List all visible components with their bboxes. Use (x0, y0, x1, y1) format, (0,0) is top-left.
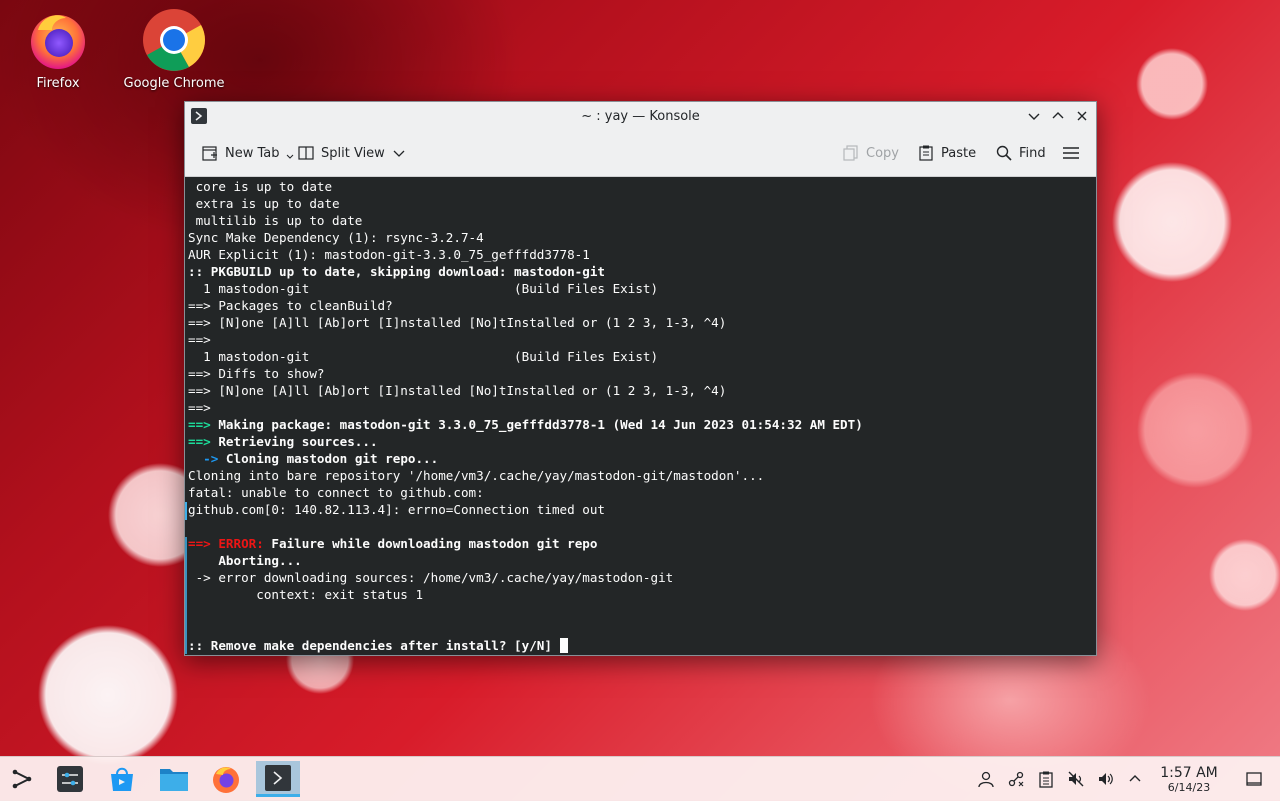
terminal-line: ==> ERROR: Failure while downloading mas… (188, 535, 1094, 552)
paste-icon (919, 145, 933, 161)
terminal-line: 1 mastodon-git (Build Files Exist) (188, 281, 659, 296)
volume-muted-icon[interactable] (1066, 769, 1086, 789)
paste-button[interactable]: Paste (917, 142, 976, 164)
desktop-icon-label: Firefox (36, 76, 80, 91)
terminal-icon (265, 764, 291, 791)
chrome-icon (143, 9, 205, 71)
split-view-label: Split View (321, 145, 385, 161)
close-icon[interactable] (1074, 108, 1090, 124)
file-manager-button[interactable] (152, 761, 196, 797)
text-cursor (559, 638, 568, 653)
firefox-taskbar-button[interactable] (204, 761, 248, 797)
window-title: ~ : yay — Konsole (581, 108, 700, 124)
arrow-prefix: -> (188, 451, 219, 466)
chevron-down-icon (393, 150, 405, 157)
application-launcher-button[interactable] (0, 761, 44, 797)
error-prefix: ==> ERROR: (188, 536, 264, 551)
arrow-prefix: ==> (188, 417, 211, 432)
terminal-line: AUR Explicit (1): mastodon-git-3.3.0_75_… (188, 247, 590, 262)
launcher-icon (12, 769, 32, 789)
menu-button[interactable] (1062, 142, 1080, 164)
folder-icon (160, 769, 188, 791)
hamburger-menu-icon (1063, 147, 1079, 159)
terminal-prompt-line: :: Remove make dependencies after instal… (188, 637, 1094, 654)
copy-button[interactable]: Copy (842, 142, 899, 164)
terminal-line: core is up to date (188, 179, 333, 194)
terminal-prompt: :: Remove make dependencies after instal… (188, 638, 560, 653)
settings-icon (57, 766, 83, 792)
title-bar[interactable]: ~ : yay — Konsole (185, 102, 1096, 130)
split-view-button[interactable]: Split View (297, 142, 407, 164)
terminal-line: ==> Retrieving sources... (188, 433, 1094, 450)
desktop-icon-chrome[interactable]: Google Chrome (119, 8, 229, 91)
split-view-icon (298, 146, 314, 160)
terminal-line: Cloning into bare repository '/home/vm3/… (188, 468, 765, 483)
terminal-line: Aborting... (188, 553, 302, 568)
volume-icon[interactable] (1096, 769, 1116, 789)
terminal-line: ==> Diffs to show? (188, 366, 325, 381)
error-message: Failure while downloading mastodon git r… (263, 536, 598, 551)
desktop-icon-label: Google Chrome (123, 76, 225, 91)
terminal-line: extra is up to date (188, 196, 340, 211)
new-tab-label: New Tab (225, 145, 280, 161)
terminal-line: ==> [N]one [A]ll [Ab]ort [I]nstalled [No… (188, 383, 727, 398)
arrow-prefix: ==> (188, 434, 211, 449)
show-desktop-icon[interactable] (1244, 769, 1264, 789)
user-switcher-icon[interactable] (976, 769, 996, 789)
find-label: Find (1019, 145, 1046, 161)
terminal-line: :: PKGBUILD up to date, skipping downloa… (188, 264, 606, 279)
terminal-line: ==> (188, 400, 211, 415)
konsole-taskbar-button[interactable] (256, 761, 300, 797)
chevron-down-icon (286, 154, 293, 159)
konsole-window: ~ : yay — Konsole New Tab Split View Cop… (184, 101, 1097, 656)
chevron-up-icon[interactable] (1125, 769, 1145, 789)
discover-button[interactable] (100, 761, 144, 797)
taskbar: 1:57 AM 6/14/23 (0, 756, 1280, 801)
clock-time: 1:57 AM (1160, 765, 1218, 781)
terminal-line: github.com[0: 140.82.113.4]: errno=Conne… (188, 502, 606, 517)
clock-date: 6/14/23 (1167, 781, 1211, 794)
konsole-app-icon[interactable] (191, 108, 207, 124)
line-text: Making package: mastodon-git 3.3.0_75_ge… (210, 417, 863, 432)
firefox-icon (213, 767, 239, 793)
scroll-marker (185, 502, 187, 520)
firefox-icon (31, 15, 85, 69)
terminal-output[interactable]: core is up to date extra is up to date m… (185, 177, 1094, 654)
terminal-line: Sync Make Dependency (1): rsync-3.2.7-4 (188, 230, 484, 245)
network-icon[interactable] (1006, 769, 1026, 789)
terminal-line: context: exit status 1 (188, 587, 424, 602)
toolbar: New Tab Split View Copy Paste Find (185, 130, 1096, 177)
desktop-icon-firefox[interactable]: Firefox (3, 8, 113, 91)
system-settings-button[interactable] (48, 761, 92, 797)
clipboard-icon[interactable] (1036, 769, 1056, 789)
line-text: Cloning mastodon git repo... (218, 451, 439, 466)
paste-label: Paste (941, 145, 977, 161)
copy-label: Copy (866, 145, 899, 161)
new-tab-button[interactable]: New Tab (201, 142, 294, 164)
terminal-line: ==> Packages to cleanBuild? (188, 298, 393, 313)
maximize-icon[interactable] (1050, 108, 1066, 124)
terminal-line: ==> Making package: mastodon-git 3.3.0_7… (188, 416, 1094, 433)
terminal-line: ==> [N]one [A]ll [Ab]ort [I]nstalled [No… (188, 315, 727, 330)
terminal-line: ==> (188, 332, 211, 347)
search-icon (996, 145, 1012, 161)
terminal-line: multilib is up to date (188, 213, 363, 228)
software-store-icon (111, 767, 133, 791)
new-tab-icon (202, 146, 217, 161)
terminal-line: fatal: unable to connect to github.com: (188, 485, 484, 500)
terminal-line: 1 mastodon-git (Build Files Exist) (188, 349, 659, 364)
find-button[interactable]: Find (995, 142, 1046, 164)
terminal-line: -> Cloning mastodon git repo... (188, 450, 1094, 467)
scroll-marker (185, 537, 187, 654)
minimize-icon[interactable] (1026, 108, 1042, 124)
terminal-line: -> error downloading sources: /home/vm3/… (188, 570, 674, 585)
copy-icon (843, 145, 858, 161)
digital-clock[interactable]: 1:57 AM 6/14/23 (1154, 765, 1224, 794)
line-text: Retrieving sources... (210, 434, 378, 449)
